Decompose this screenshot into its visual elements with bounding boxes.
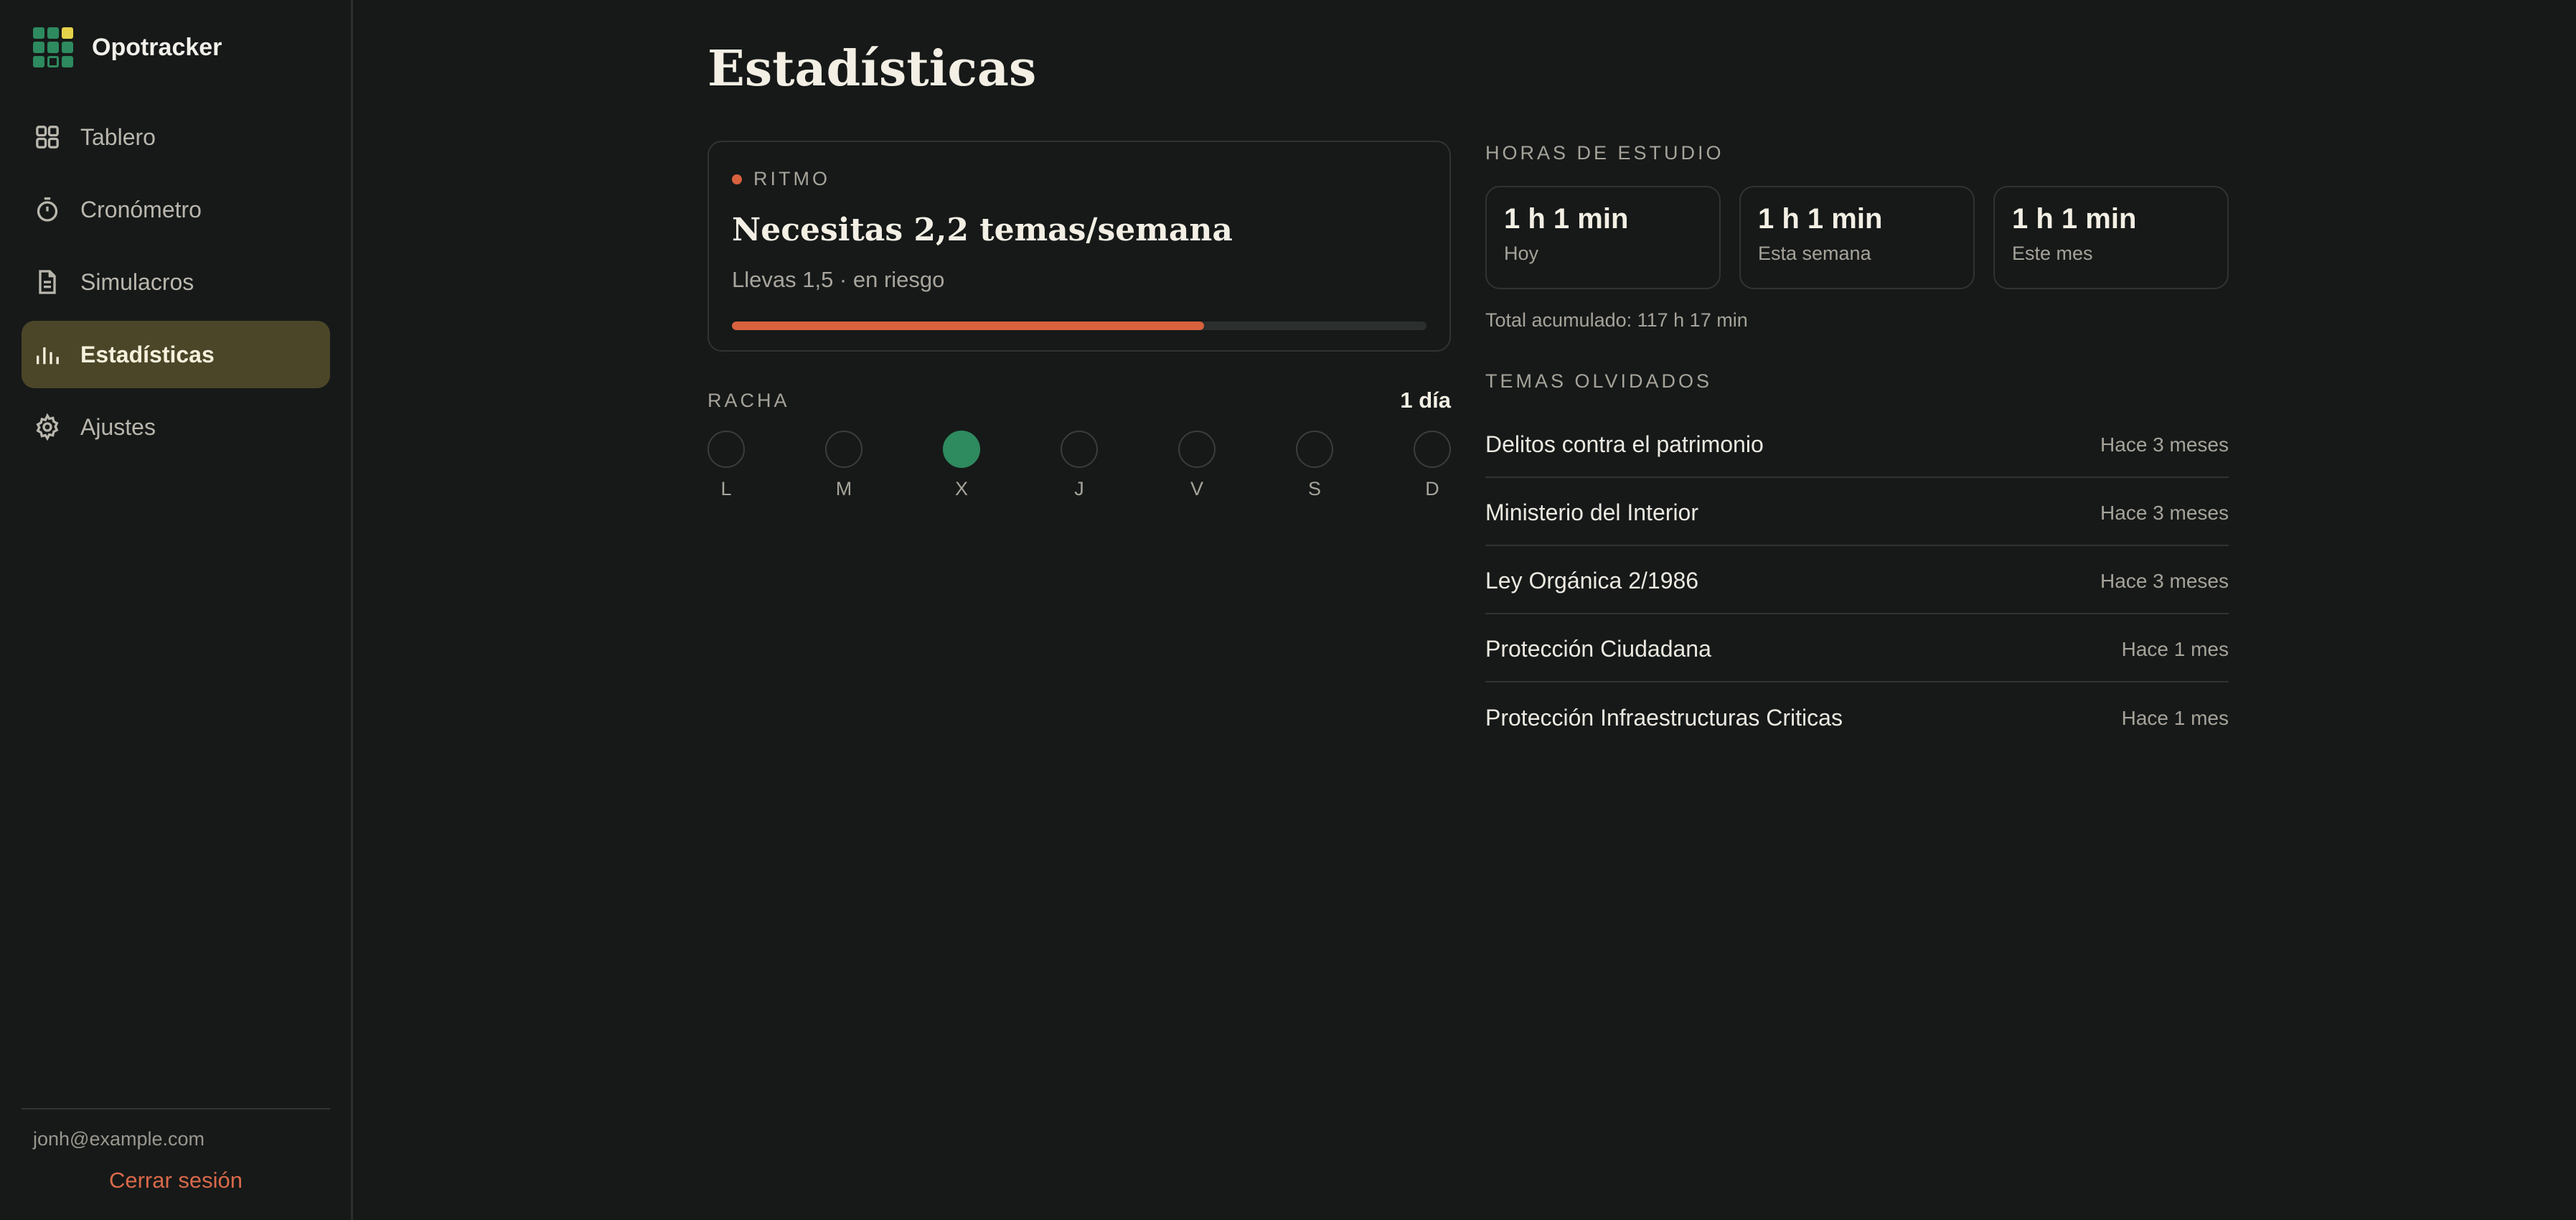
stat-value: 1 h 1 min [1758, 203, 1883, 235]
racha-label: RACHA [708, 389, 790, 411]
racha-header: RACHA 1 día [708, 388, 1451, 413]
stat-caption: Este mes [2012, 243, 2093, 264]
ritmo-subtitle: Llevas 1,5 · en riesgo [732, 267, 945, 292]
stat-value: 1 h 1 min [1504, 203, 1629, 235]
tema-time: Hace 1 mes [2121, 637, 2229, 660]
day-letter: V [1190, 478, 1203, 499]
horas-label: HORAS DE ESTUDIO [1485, 142, 1724, 164]
list-item[interactable]: Ley Orgánica 2/1986 Hace 3 meses [1485, 546, 2229, 614]
ritmo-label: RITMO [732, 168, 1426, 190]
tema-name: Protección Ciudadana [1485, 636, 1711, 662]
tema-time: Hace 1 mes [2121, 706, 2229, 729]
temas-section: TEMAS OLVIDADOS Delitos contra el patrim… [1485, 370, 2229, 751]
stopwatch-icon [33, 195, 62, 224]
status-dot-icon [732, 174, 742, 184]
tema-time: Hace 3 meses [2100, 569, 2229, 592]
sidebar-item-simulacros[interactable]: Simulacros [22, 248, 330, 316]
stat-caption: Hoy [1504, 243, 1539, 264]
sidebar-item-cronometro[interactable]: Cronómetro [22, 176, 330, 243]
day-item: D [1414, 431, 1451, 500]
bar-chart-icon [33, 340, 62, 369]
day-circle [1061, 431, 1098, 468]
racha-days: L M X J V S D [708, 431, 1451, 510]
sidebar-item-estadisticas[interactable]: Estadísticas [22, 321, 330, 388]
day-letter: L [720, 478, 732, 499]
racha-section: RACHA 1 día L M X J V S D [708, 388, 1451, 510]
ritmo-progress-fill [732, 322, 1205, 330]
day-circle [1178, 431, 1216, 468]
stat-card-semana: 1 h 1 min Esta semana [1739, 186, 1975, 289]
sidebar-item-label: Tablero [80, 123, 156, 150]
sidebar-item-label: Simulacros [80, 268, 194, 295]
app-window: Opotracker Tablero Cronómetro Simulacros [0, 0, 2576, 1220]
day-letter: D [1425, 478, 1439, 499]
tema-name: Ministerio del Interior [1485, 499, 1698, 525]
sidebar-nav: Tablero Cronómetro Simulacros Estadístic… [22, 103, 330, 466]
logout-button[interactable]: Cerrar sesión [22, 1168, 330, 1193]
day-item: X [943, 431, 980, 500]
day-letter: S [1307, 478, 1321, 499]
list-item[interactable]: Ministerio del Interior Hace 3 meses [1485, 478, 2229, 546]
temas-label: TEMAS OLVIDADOS [1485, 370, 1713, 392]
sidebar-item-label: Cronómetro [80, 196, 202, 222]
day-item: S [1296, 431, 1333, 500]
day-letter: M [835, 478, 852, 499]
stat-caption: Esta semana [1758, 243, 1871, 264]
list-item[interactable]: Protección Infraestructuras Criticas Hac… [1485, 682, 2229, 751]
day-item: J [1061, 431, 1098, 500]
total-accumulated: Total acumulado: 117 h 17 min [1485, 309, 1748, 331]
grid-icon [33, 123, 62, 151]
ritmo-progress-bar [732, 322, 1426, 330]
tema-name: Protección Infraestructuras Criticas [1485, 705, 1843, 731]
ritmo-title: Necesitas 2,2 temas/semana [732, 212, 1233, 248]
ritmo-card: RITMO Necesitas 2,2 temas/semana Llevas … [708, 141, 1451, 352]
page-title: Estadísticas [708, 40, 1037, 98]
day-item: V [1178, 431, 1216, 500]
list-item[interactable]: Delitos contra el patrimonio Hace 3 mese… [1485, 410, 2229, 478]
day-item: M [825, 431, 862, 500]
day-letter: J [1074, 478, 1084, 499]
stat-card-hoy: 1 h 1 min Hoy [1485, 186, 1721, 289]
stat-card-mes: 1 h 1 min Este mes [1993, 186, 2229, 289]
day-circle [825, 431, 862, 468]
sidebar-item-ajustes[interactable]: Ajustes [22, 393, 330, 461]
racha-count: 1 día [1400, 388, 1451, 413]
day-item: L [708, 431, 745, 500]
main-content: Estadísticas RITMO Necesitas 2,2 temas/s… [353, 0, 2576, 1220]
ritmo-label-text: RITMO [753, 168, 830, 189]
tema-name: Ley Orgánica 2/1986 [1485, 568, 1699, 593]
list-item[interactable]: Protección Ciudadana Hace 1 mes [1485, 614, 2229, 682]
opotracker-logo-icon [33, 27, 73, 67]
temas-list: Delitos contra el patrimonio Hace 3 mese… [1485, 410, 2229, 751]
brand[interactable]: Opotracker [33, 26, 222, 69]
sidebar: Opotracker Tablero Cronómetro Simulacros [0, 0, 353, 1220]
day-circle [708, 431, 745, 468]
tema-time: Hace 3 meses [2100, 501, 2229, 524]
brand-name: Opotracker [92, 33, 222, 61]
tema-name: Delitos contra el patrimonio [1485, 431, 1764, 457]
gear-icon [33, 413, 62, 441]
tema-time: Hace 3 meses [2100, 433, 2229, 456]
day-letter: X [954, 478, 968, 499]
sidebar-item-label: Ajustes [80, 413, 156, 440]
stat-value: 1 h 1 min [2012, 203, 2137, 235]
horas-stats: 1 h 1 min Hoy 1 h 1 min Esta semana 1 h … [1485, 186, 2229, 289]
sidebar-item-tablero[interactable]: Tablero [22, 103, 330, 171]
user-email: jonh@example.com [33, 1128, 205, 1150]
day-circle [1296, 431, 1333, 468]
sidebar-item-label: Estadísticas [80, 341, 215, 367]
day-circle [1414, 431, 1451, 468]
day-circle [943, 431, 980, 468]
document-icon [33, 268, 62, 296]
sidebar-footer: jonh@example.com Cerrar sesión [22, 1108, 330, 1193]
horas-section: HORAS DE ESTUDIO 1 h 1 min Hoy 1 h 1 min… [1485, 142, 2229, 332]
